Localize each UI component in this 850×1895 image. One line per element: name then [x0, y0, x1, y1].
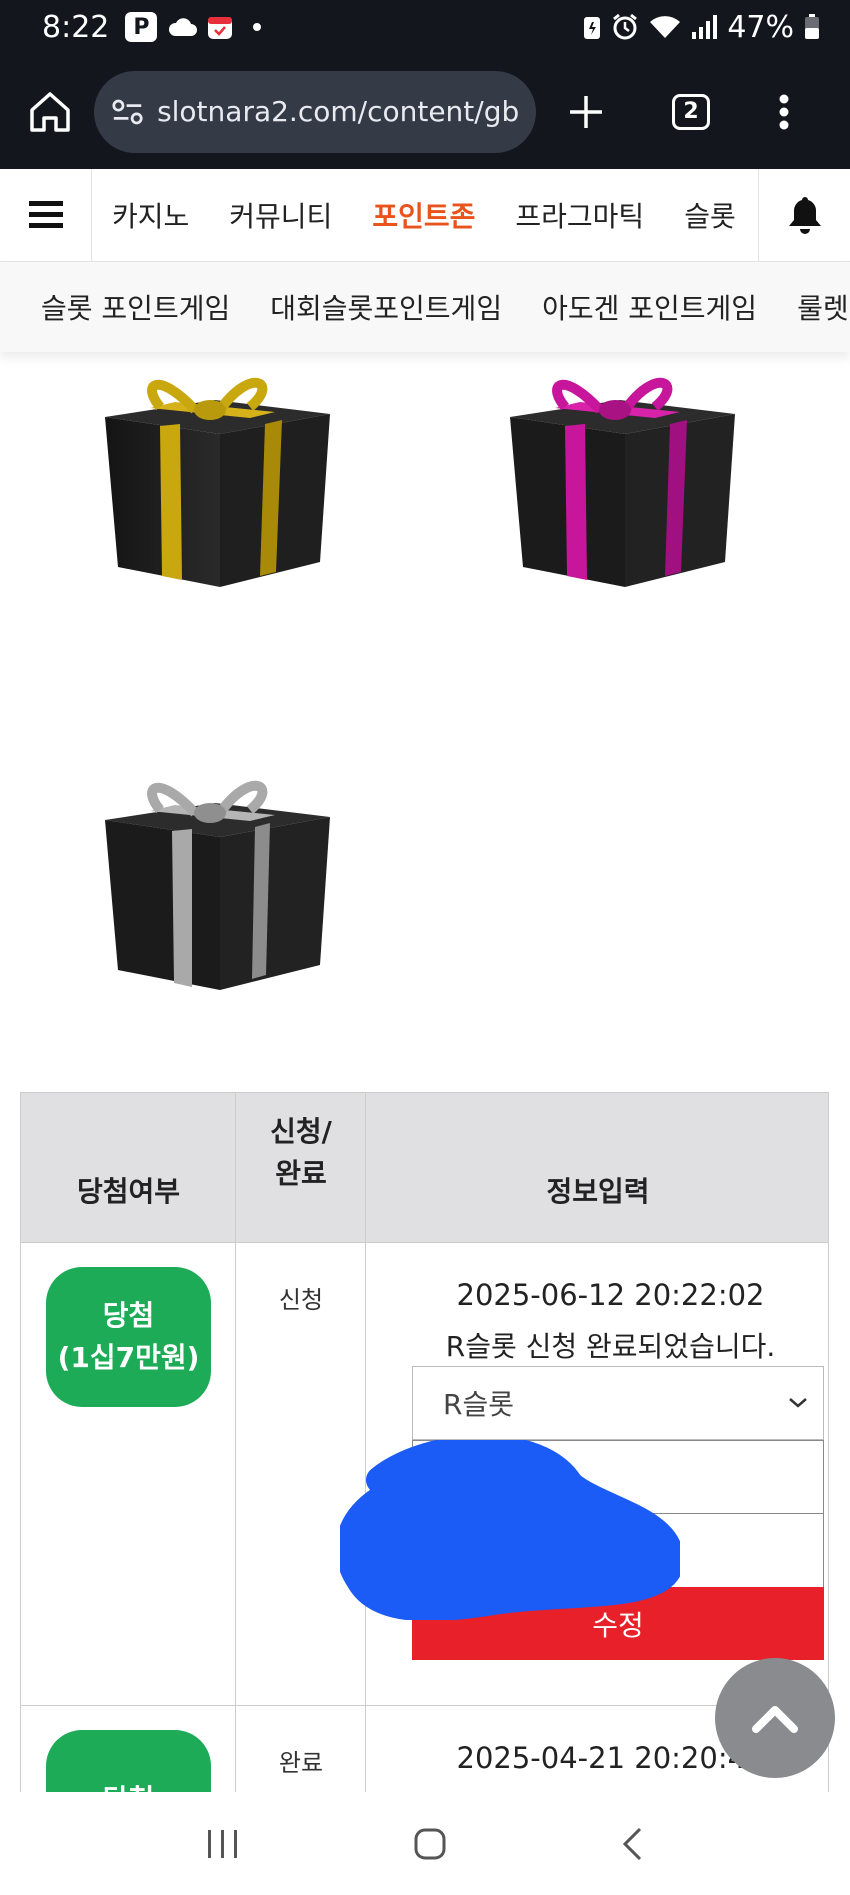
- slot-select-value: R슬롯: [443, 1388, 514, 1421]
- nav-item-community[interactable]: 커뮤니티: [229, 195, 332, 235]
- win-badge: 당첨: [46, 1730, 211, 1792]
- status-text: 신청: [278, 1286, 324, 1314]
- status-bar: 8:22 P 47%: [0, 0, 850, 54]
- status-text: 완료: [278, 1749, 324, 1777]
- plus-icon: [570, 95, 602, 128]
- win-badge: 당첨 (1십7만원): [46, 1267, 211, 1407]
- subnav-roulette[interactable]: 룰렛: [797, 287, 849, 327]
- redaction-scribble: [340, 1440, 680, 1620]
- win-amount: (1십7만원): [57, 1341, 200, 1374]
- sub-nav: 슬롯 포인트게임 대회슬롯포인트게임 아도겐 포인트게임 룰렛: [0, 262, 850, 352]
- slot-select[interactable]: R슬롯: [412, 1366, 824, 1440]
- home-button[interactable]: [28, 90, 72, 134]
- header-info: 정보입력: [546, 1175, 650, 1208]
- nav-item-pragmatic[interactable]: 프라그마틱: [515, 195, 644, 235]
- header-status-line1: 신청/: [270, 1115, 332, 1148]
- scroll-to-top-button[interactable]: [715, 1658, 835, 1778]
- back-button[interactable]: [620, 1826, 644, 1866]
- nav-item-point-zone[interactable]: 포인트존: [372, 195, 475, 235]
- browser-menu-button[interactable]: [778, 94, 790, 130]
- gift-box-magenta[interactable]: [505, 362, 740, 597]
- signal-icon: [692, 15, 718, 39]
- subnav-tournament-slot-point-game[interactable]: 대회슬롯포인트게임: [270, 287, 502, 327]
- calendar-app-icon: [208, 17, 233, 39]
- battery-saver-icon: [584, 17, 601, 39]
- recent-apps-button[interactable]: [206, 1828, 240, 1864]
- battery-icon: [805, 14, 819, 39]
- page: 8:22 P 47% slotnara2.com/content/gbox 2 …: [0, 0, 850, 1895]
- info-message: R슬롯 신청 완료되었습니다.: [445, 1330, 776, 1363]
- header-status: 신청/ 완료: [236, 1093, 366, 1243]
- nav-item-casino[interactable]: 카지노: [112, 195, 189, 235]
- gift-box-gold[interactable]: [100, 362, 335, 597]
- new-tab-button[interactable]: [568, 94, 604, 130]
- info-date: 2025-06-12 20:22:02: [456, 1278, 765, 1312]
- nav-item-slot[interactable]: 슬롯: [684, 195, 736, 235]
- site-nav: 카지노 커뮤니티 포인트존 프라그마틱 슬롯: [0, 168, 850, 262]
- wifi-icon: [650, 16, 681, 38]
- bell-icon: [788, 197, 821, 234]
- subnav-slot-point-game[interactable]: 슬롯 포인트게임: [41, 287, 230, 327]
- notification-dot-icon: [253, 23, 262, 31]
- hamburger-menu-button[interactable]: [0, 168, 92, 262]
- url-text: slotnara2.com/content/gbox: [157, 95, 518, 128]
- browser-toolbar: slotnara2.com/content/gbox 2: [0, 54, 850, 169]
- table-header: 당첨여부 신청/ 완료 정보입력: [21, 1093, 828, 1243]
- recent-apps-icon: [208, 1830, 238, 1858]
- win-label: 당첨: [102, 1299, 155, 1332]
- battery-percent: 47%: [727, 9, 794, 45]
- gift-box-silver[interactable]: [100, 765, 335, 1000]
- chevron-down-icon: [789, 1398, 807, 1408]
- tab-count: 2: [683, 99, 699, 124]
- home-nav-button[interactable]: [413, 1827, 447, 1865]
- notifications-button[interactable]: [758, 168, 850, 262]
- chevron-up-icon: [752, 1706, 798, 1733]
- header-status-line2: 완료: [275, 1157, 327, 1190]
- parking-app-icon: P: [125, 12, 158, 42]
- subnav-adogen-point-game[interactable]: 아도겐 포인트게임: [542, 287, 757, 327]
- system-nav-bar: [0, 1797, 850, 1895]
- header-result: 당첨여부: [76, 1175, 181, 1208]
- hamburger-icon: [28, 201, 63, 228]
- alarm-icon: [613, 13, 638, 40]
- back-icon: [622, 1827, 641, 1861]
- tab-switcher-button[interactable]: 2: [672, 93, 710, 130]
- site-settings-icon: [112, 99, 143, 124]
- home-icon: [30, 91, 70, 132]
- status-time: 8:22: [42, 9, 110, 45]
- cloud-icon: [169, 18, 198, 36]
- home-nav-icon: [414, 1828, 446, 1860]
- url-bar[interactable]: slotnara2.com/content/gbox: [94, 70, 536, 153]
- more-vert-icon: [779, 94, 789, 129]
- win-label: 당첨: [103, 1779, 155, 1792]
